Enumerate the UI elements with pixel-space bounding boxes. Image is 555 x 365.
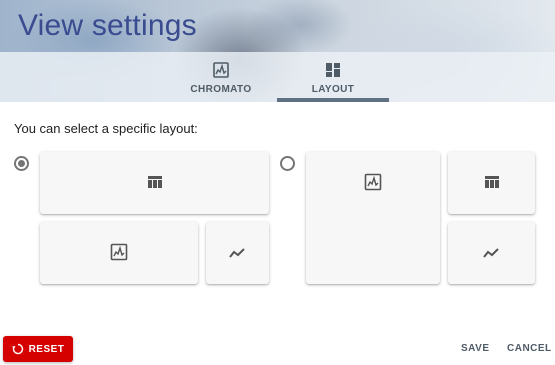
reset-button-label: RESET (28, 343, 65, 355)
image-icon (213, 62, 229, 78)
header: View settings CHROMATO LAYOUT (0, 0, 555, 102)
chart-line-icon (483, 248, 499, 258)
layout-option-2-panel-chart[interactable] (448, 222, 535, 284)
layout-option-1-panel-table[interactable] (40, 152, 269, 214)
layout-option-1-radio[interactable] (14, 156, 29, 171)
table-icon (148, 176, 162, 188)
save-button[interactable]: SAVE (461, 343, 490, 354)
image-icon (364, 173, 382, 191)
layout-instructions: You can select a specific layout: (14, 121, 198, 136)
image-icon (110, 243, 128, 261)
layout-option-1-panel-chart[interactable] (206, 222, 269, 284)
tab-label: LAYOUT (311, 84, 355, 95)
tab-layout[interactable]: LAYOUT (277, 52, 389, 102)
layout-option-2-panel-image[interactable] (306, 152, 440, 284)
layout-option-2-radio[interactable] (280, 156, 295, 171)
page-title: View settings (18, 9, 197, 42)
active-tab-indicator (277, 98, 389, 102)
reset-button[interactable]: RESET (3, 336, 73, 362)
chart-line-icon (229, 248, 245, 258)
dashboard-icon (326, 63, 340, 77)
layout-option-2-panel-table[interactable] (448, 152, 535, 214)
tab-label: CHROMATO (190, 84, 252, 95)
tab-chromato[interactable]: CHROMATO (165, 52, 277, 102)
table-icon (485, 176, 499, 188)
restore-icon (11, 343, 23, 355)
layout-option-1-panel-image[interactable] (40, 222, 198, 284)
cancel-button[interactable]: CANCEL (507, 343, 552, 354)
